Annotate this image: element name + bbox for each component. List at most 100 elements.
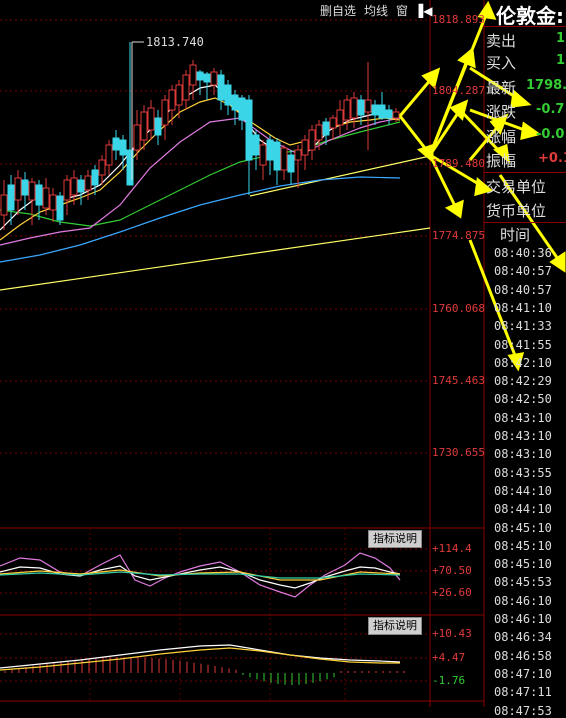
trade-time-row: 08:42:50 — [494, 392, 552, 407]
candle-body — [119, 139, 127, 156]
sell-label: 卖出 — [486, 32, 517, 50]
indicator1-line-purple — [0, 552, 401, 598]
divider — [484, 222, 566, 223]
candle-body — [343, 99, 351, 121]
ma-lines-button[interactable]: 均线 — [364, 2, 388, 20]
window-button[interactable]: 窗 — [396, 2, 408, 20]
candle-body — [28, 181, 36, 201]
remove-watchlist-button[interactable]: 删自选 — [320, 2, 356, 20]
candle-body — [105, 144, 113, 166]
peak-price-annotation: 1813.740 — [146, 35, 204, 49]
candle-body — [329, 117, 337, 129]
indicator1-scale-label: +114.4 — [432, 542, 472, 555]
sell-value: 1 — [556, 31, 566, 46]
candle-body — [245, 99, 253, 161]
candle-body — [140, 111, 148, 141]
candle-body — [91, 169, 99, 186]
indicator2-scale-label: -1.76 — [432, 674, 466, 687]
candle-body — [49, 194, 57, 211]
price-label: 1804.287 — [432, 84, 485, 97]
change-value: -0.7 — [536, 102, 565, 117]
candle-body — [364, 99, 372, 113]
trade-time-row: 08:42:29 — [494, 374, 552, 389]
trendline-lower — [0, 227, 431, 291]
trade-time-row: 08:40:57 — [494, 282, 552, 297]
trade-time-row: 08:43:10 — [494, 447, 552, 462]
candle-body — [98, 159, 106, 176]
trade-time-row: 08:41:33 — [494, 319, 552, 334]
candle-body — [112, 137, 120, 151]
trade-time-row: 08:41:10 — [494, 300, 552, 315]
indicator1-info-button[interactable]: 指标说明 — [368, 530, 422, 548]
candle-body — [280, 147, 288, 171]
price-label: 1789.480 — [432, 157, 485, 170]
candle-body — [238, 97, 246, 121]
candle-body — [378, 104, 386, 119]
trade-time-row: 08:42:10 — [494, 355, 552, 370]
candle-body — [322, 121, 330, 136]
trade-time-row: 08:43:55 — [494, 465, 552, 480]
price-label: 1774.875 — [432, 229, 485, 242]
candle-body — [287, 154, 295, 173]
candle-body — [210, 71, 218, 86]
candle-body — [217, 74, 225, 101]
candle-body — [350, 97, 358, 119]
trade-time-row: 08:45:53 — [494, 575, 552, 590]
candle-body — [308, 129, 316, 151]
trade-time-row: 08:47:11 — [494, 685, 552, 700]
trade-time-row: 08:45:10 — [494, 520, 552, 535]
price-label: 1760.068 — [432, 302, 485, 315]
collapse-panel-icon[interactable]: ▐◀ — [414, 2, 432, 20]
candle-body — [224, 84, 232, 106]
indicator2-scale-label: +4.47 — [432, 651, 466, 664]
trade-time-row: 08:43:10 — [494, 429, 552, 443]
candle-body — [35, 184, 43, 206]
buy-value: 1 — [556, 53, 566, 68]
candle-body — [392, 111, 400, 119]
kline-chart-canvas[interactable] — [0, 0, 566, 707]
price-label: 1730.655 — [432, 446, 485, 459]
trade-time-row: 08:44:10 — [494, 502, 552, 517]
last-price-value: 1798.6 — [526, 78, 566, 93]
candle-body — [175, 84, 183, 106]
candle-body — [133, 124, 141, 151]
trade-time-row: 08:46:58 — [494, 648, 552, 663]
trade-time-row: 08:45:10 — [494, 557, 552, 572]
divider — [484, 172, 566, 173]
candle-body — [147, 107, 155, 131]
candle-body — [189, 64, 197, 86]
candle-body — [203, 73, 211, 83]
trade-unit-label: 交易单位 — [486, 178, 547, 196]
trade-time-row: 08:43:10 — [494, 410, 552, 425]
time-column-header: 时间 — [500, 226, 531, 244]
candle-body — [301, 139, 309, 156]
change-label: 涨跌 — [486, 103, 517, 121]
candle-body — [385, 109, 393, 119]
change-pct-value: -0.0 — [536, 127, 565, 142]
trade-time-row: 08:45:10 — [494, 538, 552, 553]
candle-body — [294, 149, 302, 161]
candle-body — [336, 109, 344, 126]
last-price-label: 最新 — [486, 79, 517, 97]
vertical-grid — [89, 528, 346, 700]
amplitude-value: +0.1 — [538, 151, 566, 166]
candle-body — [42, 187, 50, 209]
currency-unit-label: 货币单位 — [486, 202, 547, 220]
divider — [484, 26, 566, 27]
trade-time-row: 08:46:10 — [494, 612, 552, 626]
indicator2-info-button[interactable]: 指标说明 — [368, 617, 422, 635]
trade-time-row: 08:47:53 — [494, 703, 552, 718]
candle-body — [154, 117, 162, 136]
trade-time-row: 08:40:36 — [494, 246, 552, 260]
trade-time-row: 08:41:55 — [494, 337, 552, 352]
buy-label: 买入 — [486, 54, 517, 72]
candle-body — [252, 134, 260, 156]
instrument-title: 伦敦金:: — [496, 4, 566, 28]
candle-body — [84, 175, 92, 191]
trade-time-row: 08:46:34 — [494, 630, 552, 645]
indicator1-scale-label: +70.50 — [432, 564, 472, 577]
indicator2-scale-label: +10.43 — [432, 627, 472, 640]
trade-time-row: 08:44:10 — [494, 483, 552, 498]
candle-body — [21, 179, 29, 196]
candle-body — [196, 71, 204, 81]
